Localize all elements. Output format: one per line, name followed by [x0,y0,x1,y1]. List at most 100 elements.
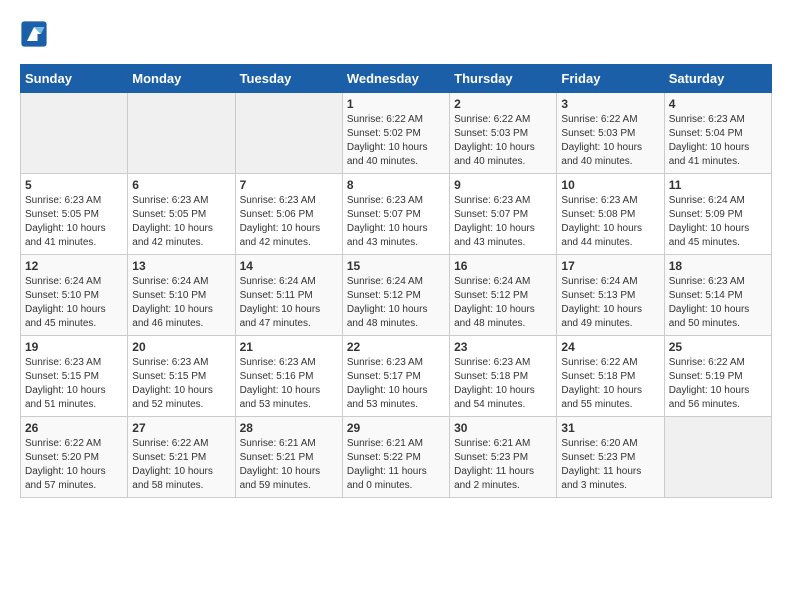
day-number: 30 [454,421,552,435]
day-info: Sunrise: 6:24 AMSunset: 5:11 PMDaylight:… [240,275,338,331]
day-number: 18 [669,259,767,273]
day-info: Sunrise: 6:23 AMSunset: 5:05 PMDaylight:… [132,194,230,250]
day-number: 21 [240,340,338,354]
day-number: 3 [561,97,659,111]
calendar-cell [128,93,235,174]
day-info: Sunrise: 6:24 AMSunset: 5:10 PMDaylight:… [25,275,123,331]
day-info: Sunrise: 6:22 AMSunset: 5:21 PMDaylight:… [132,437,230,493]
calendar-cell: 20 Sunrise: 6:23 AMSunset: 5:15 PMDayligh… [128,336,235,417]
day-number: 14 [240,259,338,273]
day-info: Sunrise: 6:23 AMSunset: 5:15 PMDaylight:… [25,356,123,412]
calendar-cell: 29 Sunrise: 6:21 AMSunset: 5:22 PMDayligh… [342,417,449,498]
day-number: 22 [347,340,445,354]
calendar-cell: 17Sunrise: 6:24 AMSunset: 5:13 PMDayligh… [557,255,664,336]
day-number: 1 [347,97,445,111]
calendar-cell: 5Sunrise: 6:23 AMSunset: 5:05 PMDaylight… [21,174,128,255]
day-info: Sunrise: 6:21 AMSunset: 5:21 PMDaylight:… [240,437,338,493]
calendar-cell: 2Sunrise: 6:22 AMSunset: 5:03 PMDaylight… [450,93,557,174]
calendar-cell [21,93,128,174]
day-number: 11 [669,178,767,192]
day-info: Sunrise: 6:23 AMSunset: 5:17 PMDaylight:… [347,356,445,412]
day-number: 16 [454,259,552,273]
day-number: 6 [132,178,230,192]
weekday-header-monday: Monday [128,65,235,93]
logo [20,20,52,48]
calendar-cell: 1 Sunrise: 6:22 AMSunset: 5:02 PMDaylight… [342,93,449,174]
weekday-header-saturday: Saturday [664,65,771,93]
day-info: Sunrise: 6:23 AMSunset: 5:06 PMDaylight:… [240,194,338,250]
calendar-cell [664,417,771,498]
calendar-cell: 16 Sunrise: 6:24 AMSunset: 5:12 PMDayligh… [450,255,557,336]
calendar-cell: 7Sunrise: 6:23 AMSunset: 5:06 PMDaylight… [235,174,342,255]
calendar-cell: 9 Sunrise: 6:23 AMSunset: 5:07 PMDaylight… [450,174,557,255]
calendar-cell: 15 Sunrise: 6:24 AMSunset: 5:12 PMDayligh… [342,255,449,336]
day-info: Sunrise: 6:21 AMSunset: 5:22 PMDaylight:… [347,437,445,493]
calendar-cell: 18 Sunrise: 6:23 AMSunset: 5:14 PMDayligh… [664,255,771,336]
calendar-cell: 21 Sunrise: 6:23 AMSunset: 5:16 PMDayligh… [235,336,342,417]
calendar-header: SundayMondayTuesdayWednesdayThursdayFrid… [21,65,772,93]
header [20,20,772,48]
day-info: Sunrise: 6:22 AMSunset: 5:02 PMDaylight:… [347,113,445,169]
weekday-header-tuesday: Tuesday [235,65,342,93]
calendar-cell: 30Sunrise: 6:21 AMSunset: 5:23 PMDayligh… [450,417,557,498]
day-number: 23 [454,340,552,354]
day-info: Sunrise: 6:23 AMSunset: 5:14 PMDaylight:… [669,275,767,331]
weekday-row: SundayMondayTuesdayWednesdayThursdayFrid… [21,65,772,93]
calendar-cell: 31Sunrise: 6:20 AMSunset: 5:23 PMDayligh… [557,417,664,498]
day-info: Sunrise: 6:22 AMSunset: 5:19 PMDaylight:… [669,356,767,412]
day-number: 26 [25,421,123,435]
day-info: Sunrise: 6:22 AMSunset: 5:20 PMDaylight:… [25,437,123,493]
day-info: Sunrise: 6:22 AMSunset: 5:18 PMDaylight:… [561,356,659,412]
day-number: 2 [454,97,552,111]
day-info: Sunrise: 6:20 AMSunset: 5:23 PMDaylight:… [561,437,659,493]
weekday-header-friday: Friday [557,65,664,93]
week-row-2: 5Sunrise: 6:23 AMSunset: 5:05 PMDaylight… [21,174,772,255]
day-info: Sunrise: 6:24 AMSunset: 5:12 PMDaylight:… [454,275,552,331]
day-info: Sunrise: 6:23 AMSunset: 5:18 PMDaylight:… [454,356,552,412]
day-number: 29 [347,421,445,435]
day-number: 19 [25,340,123,354]
calendar-cell: 6 Sunrise: 6:23 AMSunset: 5:05 PMDaylight… [128,174,235,255]
logo-icon [20,20,48,48]
calendar-cell: 24 Sunrise: 6:22 AMSunset: 5:18 PMDayligh… [557,336,664,417]
calendar-cell: 26 Sunrise: 6:22 AMSunset: 5:20 PMDayligh… [21,417,128,498]
day-number: 28 [240,421,338,435]
day-number: 15 [347,259,445,273]
day-number: 20 [132,340,230,354]
day-info: Sunrise: 6:23 AMSunset: 5:08 PMDaylight:… [561,194,659,250]
day-info: Sunrise: 6:24 AMSunset: 5:10 PMDaylight:… [132,275,230,331]
weekday-header-sunday: Sunday [21,65,128,93]
calendar-cell: 28 Sunrise: 6:21 AMSunset: 5:21 PMDayligh… [235,417,342,498]
day-number: 10 [561,178,659,192]
weekday-header-thursday: Thursday [450,65,557,93]
day-number: 17 [561,259,659,273]
day-info: Sunrise: 6:23 AMSunset: 5:04 PMDaylight:… [669,113,767,169]
day-number: 24 [561,340,659,354]
calendar-cell: 13Sunrise: 6:24 AMSunset: 5:10 PMDayligh… [128,255,235,336]
day-number: 27 [132,421,230,435]
week-row-1: 1 Sunrise: 6:22 AMSunset: 5:02 PMDaylight… [21,93,772,174]
calendar-cell: 25Sunrise: 6:22 AMSunset: 5:19 PMDayligh… [664,336,771,417]
calendar-cell: 3 Sunrise: 6:22 AMSunset: 5:03 PMDaylight… [557,93,664,174]
week-row-3: 12 Sunrise: 6:24 AMSunset: 5:10 PMDayligh… [21,255,772,336]
calendar-cell: 4 Sunrise: 6:23 AMSunset: 5:04 PMDaylight… [664,93,771,174]
weekday-header-wednesday: Wednesday [342,65,449,93]
day-number: 4 [669,97,767,111]
day-info: Sunrise: 6:23 AMSunset: 5:15 PMDaylight:… [132,356,230,412]
day-info: Sunrise: 6:23 AMSunset: 5:05 PMDaylight:… [25,194,123,250]
page: SundayMondayTuesdayWednesdayThursdayFrid… [0,0,792,518]
day-info: Sunrise: 6:24 AMSunset: 5:12 PMDaylight:… [347,275,445,331]
day-info: Sunrise: 6:23 AMSunset: 5:16 PMDaylight:… [240,356,338,412]
calendar-cell: 27 Sunrise: 6:22 AMSunset: 5:21 PMDayligh… [128,417,235,498]
week-row-4: 19 Sunrise: 6:23 AMSunset: 5:15 PMDayligh… [21,336,772,417]
calendar-cell: 19 Sunrise: 6:23 AMSunset: 5:15 PMDayligh… [21,336,128,417]
calendar-cell: 23 Sunrise: 6:23 AMSunset: 5:18 PMDayligh… [450,336,557,417]
calendar-cell: 14 Sunrise: 6:24 AMSunset: 5:11 PMDayligh… [235,255,342,336]
calendar-cell: 12 Sunrise: 6:24 AMSunset: 5:10 PMDayligh… [21,255,128,336]
day-number: 12 [25,259,123,273]
calendar-cell [235,93,342,174]
day-info: Sunrise: 6:22 AMSunset: 5:03 PMDaylight:… [561,113,659,169]
day-info: Sunrise: 6:23 AMSunset: 5:07 PMDaylight:… [454,194,552,250]
day-number: 9 [454,178,552,192]
calendar-table: SundayMondayTuesdayWednesdayThursdayFrid… [20,64,772,498]
